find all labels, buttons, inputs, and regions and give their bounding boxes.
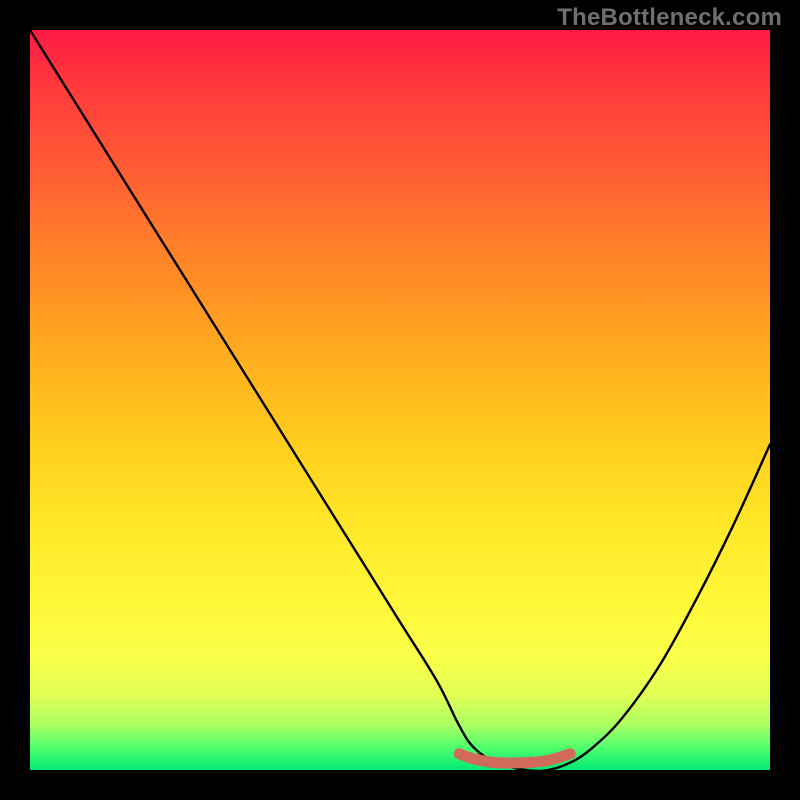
optimal-band-marker xyxy=(459,754,570,763)
bottleneck-curve xyxy=(30,30,770,771)
chart-container: TheBottleneck.com xyxy=(0,0,800,800)
watermark-text: TheBottleneck.com xyxy=(557,4,782,32)
chart-overlay xyxy=(30,30,770,770)
